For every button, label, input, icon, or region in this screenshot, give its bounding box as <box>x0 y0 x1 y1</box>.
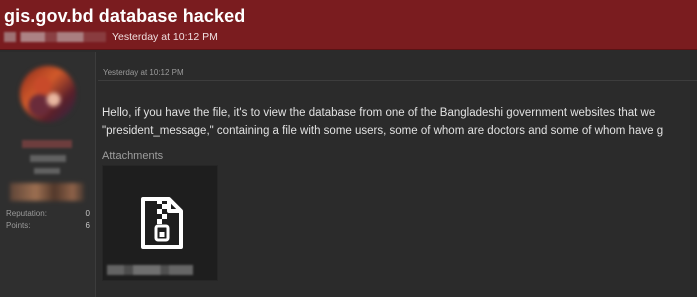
user-title-redacted <box>30 155 66 162</box>
stat-reputation: Reputation: 0 <box>6 209 90 221</box>
username-redacted[interactable] <box>22 140 72 148</box>
post-author-sidebar: Reputation: 0 Points: 6 <box>0 52 96 297</box>
forum-thread-page: gis.gov.bd database hacked Yesterday at … <box>0 0 697 297</box>
stat-value: 0 <box>85 209 90 218</box>
attachment-filename-redacted[interactable] <box>107 265 193 275</box>
post-divider <box>98 80 697 81</box>
thread-header: gis.gov.bd database hacked Yesterday at … <box>0 0 697 50</box>
thread-author-redacted[interactable] <box>4 32 106 42</box>
user-banner <box>10 183 84 201</box>
avatar[interactable] <box>20 66 76 122</box>
thread-date[interactable]: Yesterday at 10:12 PM <box>112 31 218 43</box>
stat-points: Points: 6 <box>6 221 90 233</box>
post-date[interactable]: Yesterday at 10:12 PM <box>103 68 184 77</box>
stat-value: 6 <box>85 221 90 230</box>
stat-label: Points: <box>6 221 31 230</box>
user-rank-redacted <box>34 168 60 174</box>
thread-title: gis.gov.bd database hacked <box>4 6 246 26</box>
post-body-line: "president_message," containing a file w… <box>102 125 664 137</box>
stat-label: Reputation: <box>6 209 47 218</box>
zip-file-icon <box>141 197 183 249</box>
attachment-thumbnail[interactable] <box>102 165 218 281</box>
attachments-heading: Attachments <box>102 150 164 162</box>
post-body-line: Hello, if you have the file, it's to vie… <box>102 107 656 119</box>
